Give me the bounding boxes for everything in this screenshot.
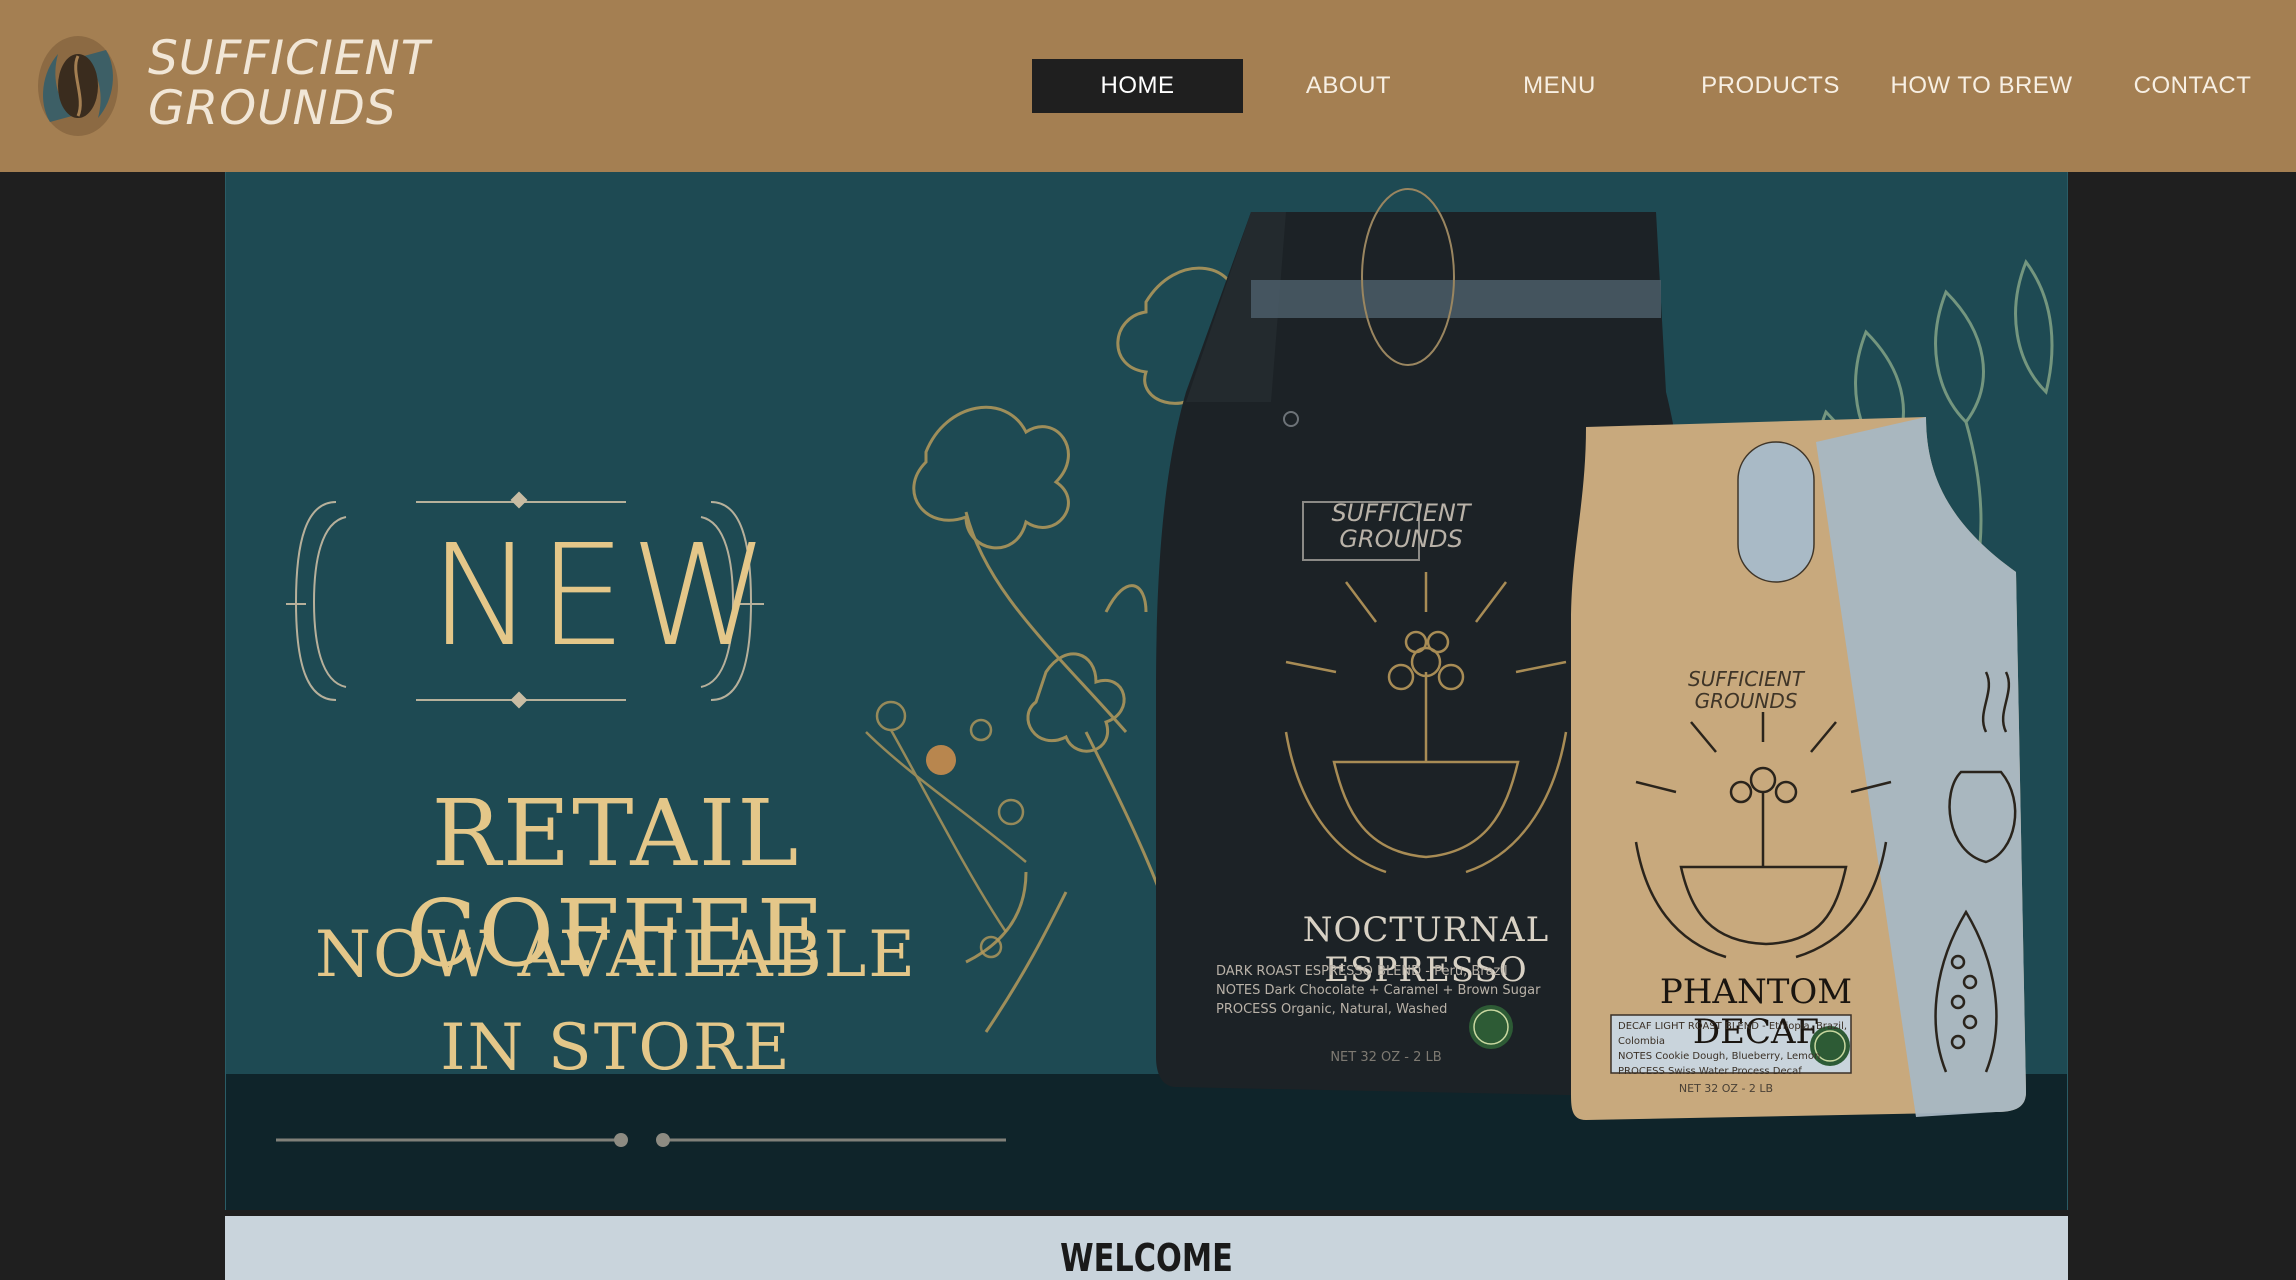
bag1-notes-line: PROCESS Organic, Natural, Washed (1216, 1002, 1448, 1017)
bag2-notes-line: PROCESS Swiss Water Process Decaf (1618, 1066, 1802, 1077)
nav-products[interactable]: PRODUCTS (1665, 59, 1876, 113)
bag1-net-weight: NET 32 OZ - 2 LB (1330, 1050, 1442, 1065)
brand-name-line1: SUFFICIENT (148, 31, 431, 86)
hero-subline-2: IN STORE (440, 1011, 792, 1085)
nav-how-to-brew[interactable]: HOW TO BREW (1876, 59, 2087, 113)
bag2-notes: DECAF LIGHT ROAST BLEND - Ethiopia, Braz… (1618, 1019, 1868, 1079)
brand-wordmark[interactable]: SUFFICIENT GROUNDS (148, 34, 430, 134)
coffee-bean-hands-icon[interactable] (32, 32, 124, 140)
berry-dot (926, 745, 956, 775)
nav-contact[interactable]: CONTACT (2087, 59, 2296, 113)
hero-subline-1: NOW AVAILABLE (315, 918, 917, 992)
bag2-net-weight: NET 32 OZ - 2 LB (1678, 1082, 1774, 1095)
welcome-section: WELCOME (225, 1216, 2068, 1280)
nav-about[interactable]: ABOUT (1243, 59, 1454, 113)
site-header: SUFFICIENT GROUNDS HOME ABOUT MENU PRODU… (0, 0, 2296, 172)
bag1-notes: DARK ROAST ESPRESSO BLEND - Peru, Brazil… (1216, 962, 1596, 1019)
bag1-notes-line: DARK ROAST ESPRESSO BLEND - Peru, Brazil (1216, 964, 1508, 979)
hero-banner[interactable]: NEW RETAIL COFFEE NOW AVAILABLE IN STORE… (225, 172, 2068, 1210)
bag1-notes-line: NOTES Dark Chocolate + Caramel + Brown S… (1216, 983, 1541, 998)
bag2-brand: SUFFICIENT GROUNDS (1688, 667, 1804, 713)
nav-home[interactable]: HOME (1032, 59, 1243, 113)
bag2-notes-line: NOTES Cookie Dough, Blueberry, Lemon (1618, 1051, 1821, 1062)
nav-menu[interactable]: MENU (1454, 59, 1665, 113)
bag1-brand: SUFFICIENT GROUNDS (1331, 499, 1471, 553)
brand-name-line2: GROUNDS (148, 81, 397, 136)
main-nav: HOME ABOUT MENU PRODUCTS HOW TO BREW CON… (1032, 59, 2296, 113)
bag2-notes-line: DECAF LIGHT ROAST BLEND - Ethiopia, Braz… (1618, 1021, 1848, 1047)
new-badge-text: NEW (429, 515, 773, 678)
welcome-title: WELCOME (1060, 1236, 1233, 1280)
